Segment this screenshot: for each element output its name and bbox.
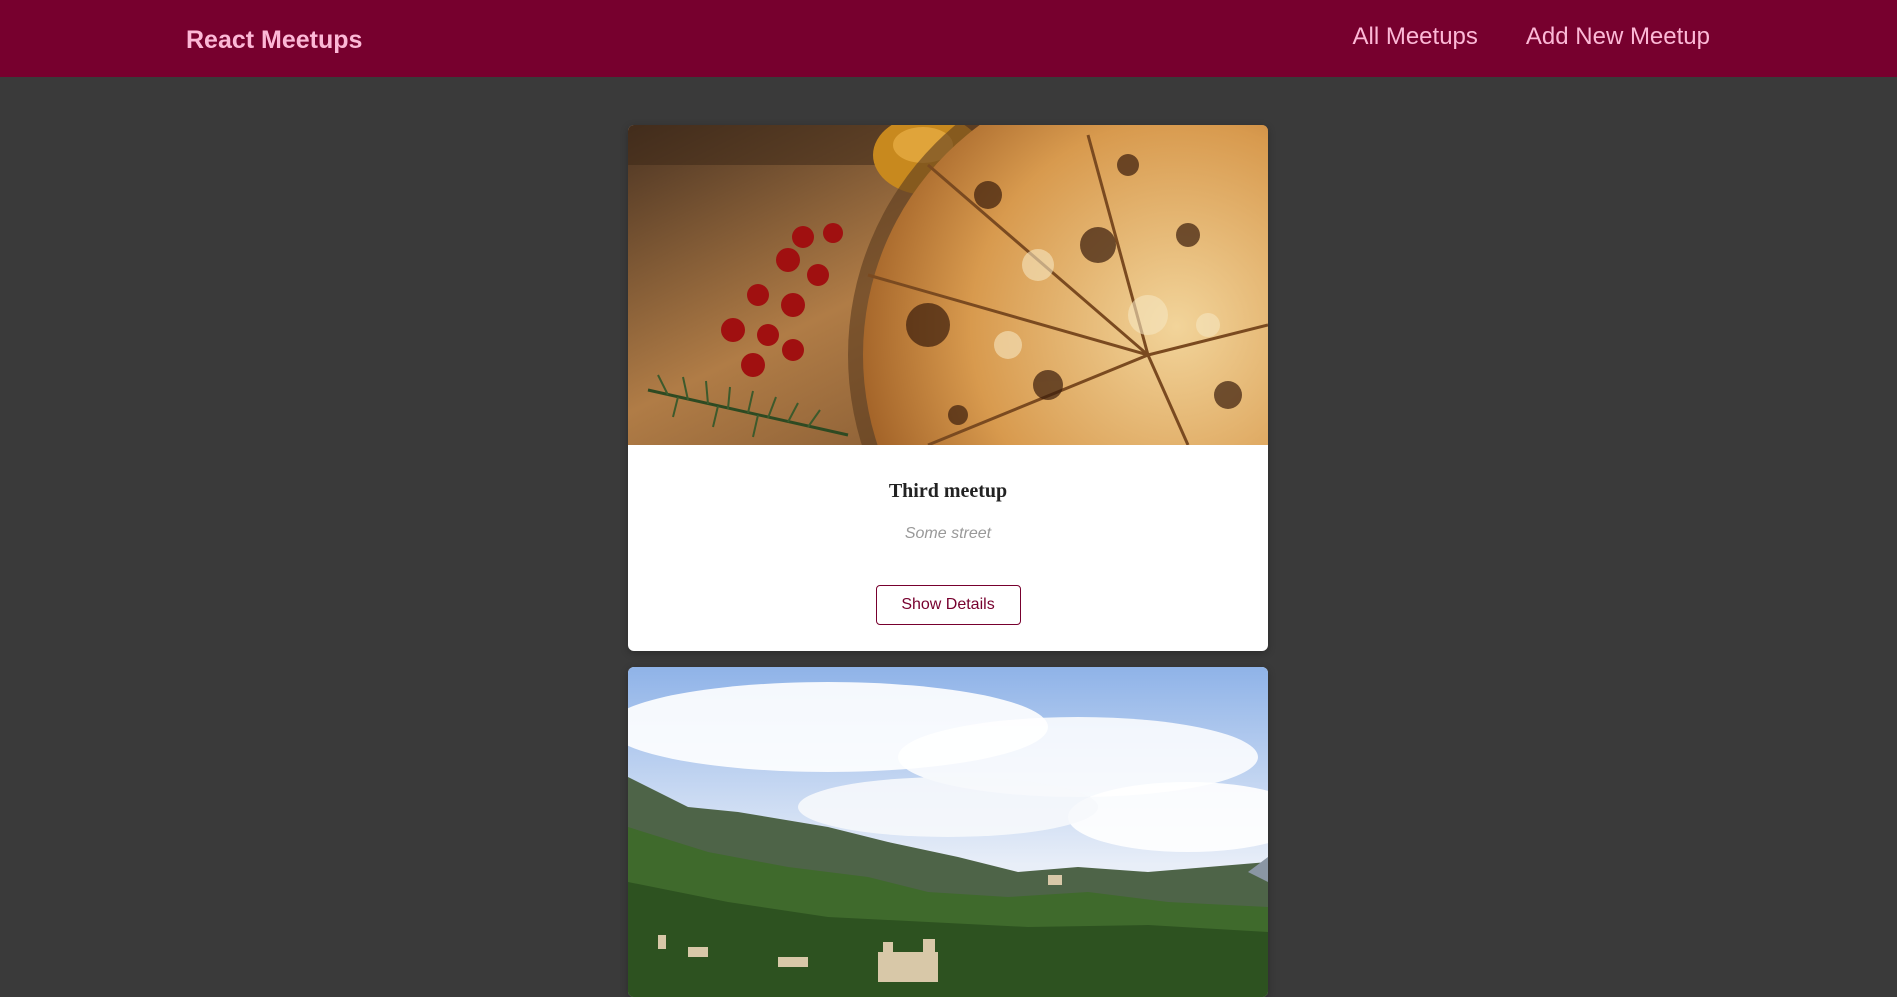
main-nav: All Meetups Add New Meetup: [1353, 23, 1711, 51]
meetup-image-castle: [628, 667, 1268, 997]
nav-link-add-meetup[interactable]: Add New Meetup: [1526, 23, 1710, 50]
show-details-button[interactable]: Show Details: [875, 585, 1021, 625]
meetup-title: Third meetup: [888, 480, 1008, 502]
meetup-card: [628, 667, 1268, 997]
meetup-image-pizza: [628, 125, 1268, 445]
meetup-card-body: Third meetup Some street Show Details: [628, 445, 1268, 625]
main-header: React Meetups All Meetups Add New Meetup: [0, 0, 1897, 77]
nav-item-add-meetup: Add New Meetup: [1526, 23, 1710, 51]
nav-link-all-meetups[interactable]: All Meetups: [1353, 23, 1478, 50]
nav-list: All Meetups Add New Meetup: [1353, 23, 1711, 51]
meetup-address: Some street: [904, 525, 992, 542]
app-logo[interactable]: React Meetups: [186, 26, 362, 55]
meetup-card: Third meetup Some street Show Details: [628, 125, 1268, 651]
nav-item-all-meetups: All Meetups: [1353, 23, 1478, 51]
